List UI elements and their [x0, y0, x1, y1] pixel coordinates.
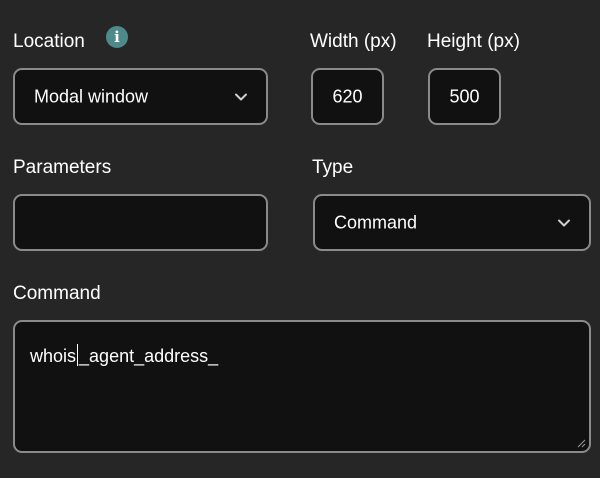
width-input[interactable]: 620 — [311, 68, 384, 125]
text-caret — [77, 344, 79, 366]
location-select[interactable]: Modal window — [13, 68, 268, 125]
info-icon[interactable]: i — [106, 26, 128, 48]
parameters-input[interactable] — [13, 194, 268, 251]
height-label: Height (px) — [427, 31, 520, 52]
height-input[interactable]: 500 — [428, 68, 501, 125]
width-label: Width (px) — [310, 31, 397, 52]
parameters-label: Parameters — [13, 157, 112, 178]
chevron-down-icon — [558, 219, 570, 226]
type-label: Type — [312, 157, 354, 178]
command-form: Location i Modal window Width (px) 620 H… — [0, 0, 600, 478]
location-selected-value: Modal window — [34, 86, 149, 106]
location-label: Location — [13, 31, 85, 52]
resize-handle-icon[interactable] — [576, 438, 586, 448]
command-text: whois _agent_address_ — [30, 344, 218, 367]
chevron-down-icon — [235, 93, 247, 100]
type-select[interactable]: Command — [313, 194, 591, 251]
command-label: Command — [13, 283, 101, 304]
command-text-before-caret: whois — [30, 346, 77, 366]
width-value: 620 — [332, 86, 363, 106]
command-textarea[interactable]: whois _agent_address_ — [13, 320, 591, 453]
height-value: 500 — [449, 86, 480, 106]
command-text-after-caret: _agent_address_ — [79, 346, 219, 366]
type-selected-value: Command — [334, 212, 418, 232]
